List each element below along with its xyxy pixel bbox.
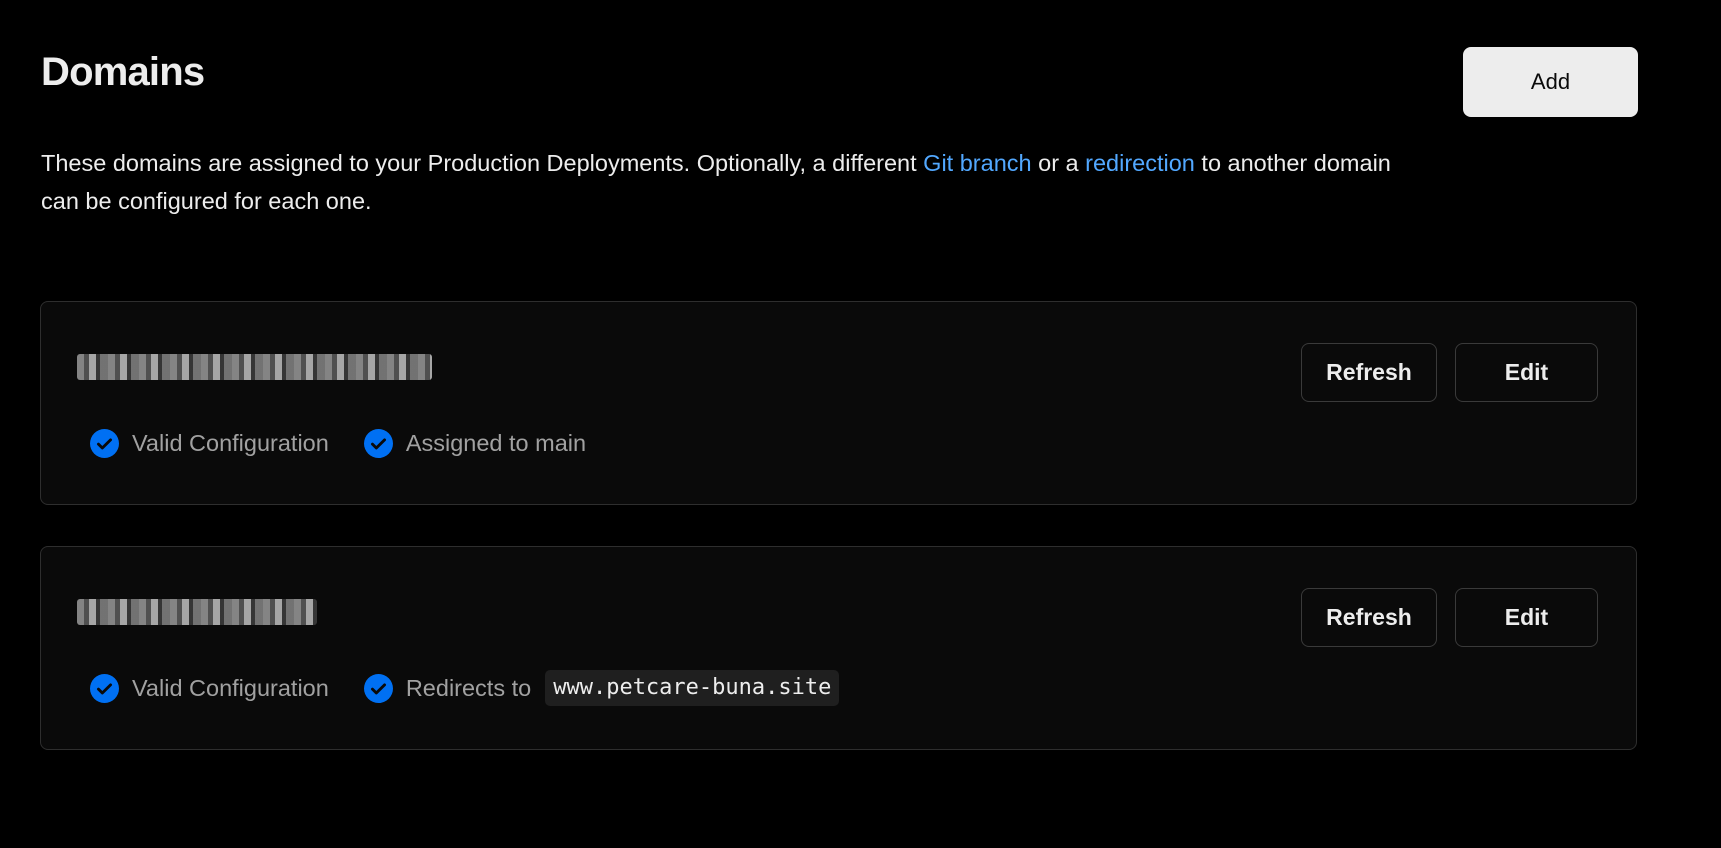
check-circle-icon xyxy=(90,673,119,703)
domain-name-redacted[interactable] xyxy=(77,354,432,380)
status-valid-configuration: Valid Configuration xyxy=(90,673,329,703)
page-title: Domains xyxy=(41,50,205,94)
status-text: Valid Configuration xyxy=(132,429,329,456)
domains-description: These domains are assigned to your Produ… xyxy=(41,144,1421,220)
domains-page: Domains Add These domains are assigned t… xyxy=(0,0,1721,848)
domain-card: Refresh Edit Valid Configuration Redirec… xyxy=(40,546,1637,750)
status-redirect: Redirects to www.petcare-buna.site xyxy=(363,670,840,706)
edit-button[interactable]: Edit xyxy=(1455,343,1598,402)
check-circle-icon xyxy=(90,428,119,458)
check-circle-icon xyxy=(363,428,393,458)
description-text-before: These domains are assigned to your Produ… xyxy=(41,150,924,176)
edit-button[interactable]: Edit xyxy=(1455,588,1598,647)
refresh-button[interactable]: Refresh xyxy=(1301,343,1437,402)
status-text: Assigned to main xyxy=(405,429,587,456)
status-valid-configuration: Valid Configuration xyxy=(90,428,329,458)
refresh-button[interactable]: Refresh xyxy=(1301,588,1437,647)
domain-name-redacted[interactable] xyxy=(77,599,317,625)
git-branch-link[interactable]: Git branch xyxy=(923,150,1031,176)
redirection-link[interactable]: redirection xyxy=(1085,150,1195,176)
status-row: Valid Configuration Assigned to main xyxy=(90,426,621,460)
status-assigned-branch: Assigned to main xyxy=(363,428,587,458)
add-domain-button[interactable]: Add xyxy=(1463,47,1638,117)
status-text: Redirects to xyxy=(405,674,532,701)
status-row: Valid Configuration Redirects to www.pet… xyxy=(90,670,874,706)
status-text: Valid Configuration xyxy=(132,674,329,701)
check-circle-icon xyxy=(363,673,393,703)
redirect-target: www.petcare-buna.site xyxy=(545,670,840,706)
description-text-middle: or a xyxy=(1031,150,1086,176)
domain-card: Refresh Edit Valid Configuration Assigne… xyxy=(40,301,1637,505)
